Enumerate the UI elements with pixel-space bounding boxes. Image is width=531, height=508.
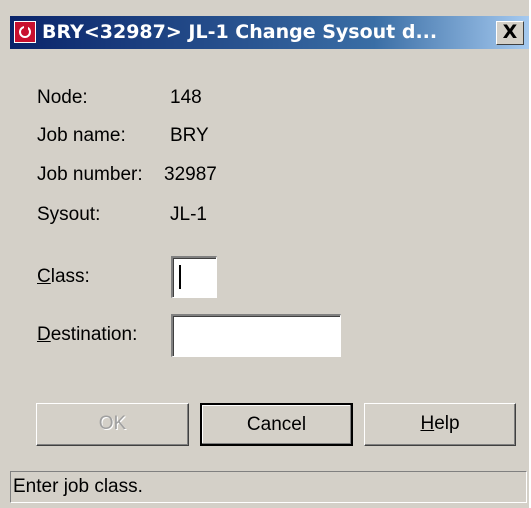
class-label-rest: lass: — [50, 266, 90, 287]
class-input[interactable] — [171, 256, 217, 298]
job-name-value: BRY — [170, 125, 209, 146]
change-sysout-dialog: BRY<32987> JL-1 Change Sysout d... X Nod… — [0, 0, 531, 508]
close-icon: X — [502, 21, 518, 43]
title-bar[interactable]: BRY<32987> JL-1 Change Sysout d... X — [10, 16, 530, 49]
node-value: 148 — [170, 87, 202, 108]
app-icon[interactable] — [14, 21, 36, 43]
close-button[interactable]: X — [496, 21, 524, 45]
node-label: Node: — [37, 87, 88, 108]
ok-button[interactable]: OK — [36, 403, 189, 446]
window-title: BRY<32987> JL-1 Change Sysout d... — [42, 21, 438, 43]
class-label-mnemonic: C — [37, 266, 51, 287]
cancel-button[interactable]: Cancel — [200, 403, 353, 446]
help-button[interactable]: Help — [364, 403, 516, 446]
job-number-label: Job number: — [37, 164, 143, 185]
help-rest: elp — [434, 413, 460, 434]
sysout-value: JL-1 — [170, 204, 207, 225]
sysout-label: Sysout: — [37, 204, 101, 225]
destination-input[interactable] — [171, 314, 341, 357]
status-text: Enter job class. — [10, 471, 527, 503]
destination-label-rest: estination: — [50, 324, 138, 345]
help-mnemonic: H — [420, 413, 435, 434]
job-name-label: Job name: — [37, 125, 126, 146]
text-caret — [179, 265, 181, 289]
destination-label: Destination: — [37, 323, 137, 347]
destination-label-mnemonic: D — [37, 324, 51, 345]
job-number-value: 32987 — [164, 164, 217, 185]
class-label: Class: — [37, 265, 90, 289]
status-bar: Enter job class. — [0, 468, 531, 508]
